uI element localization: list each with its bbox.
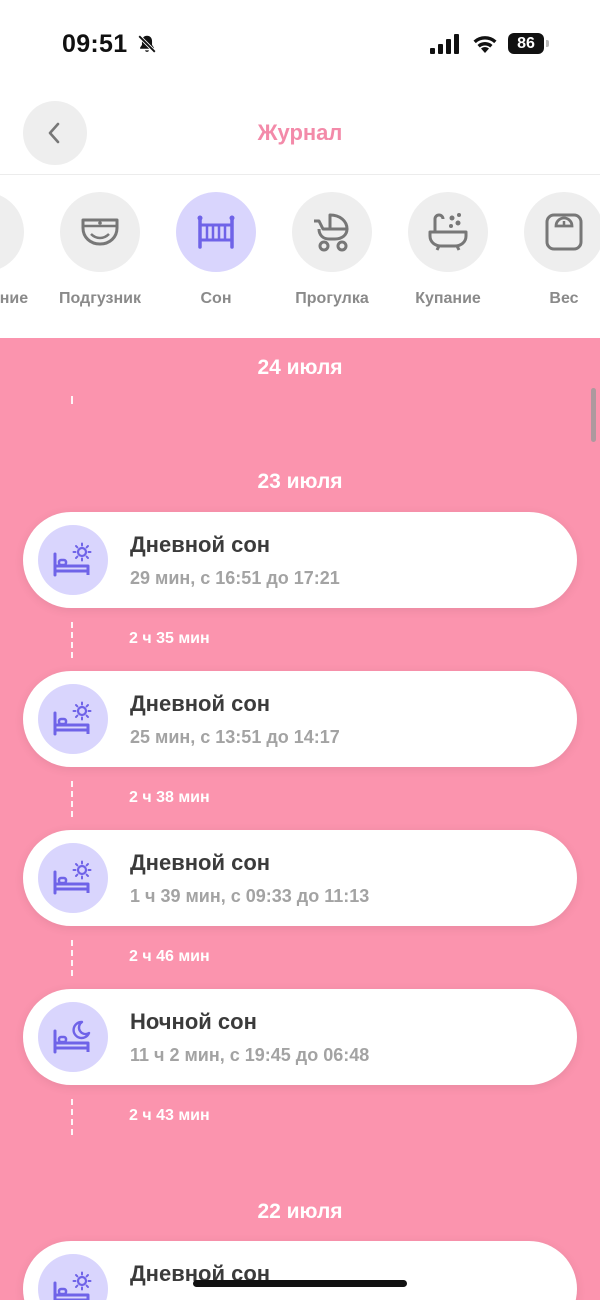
category-weight[interactable]: Вес bbox=[504, 192, 600, 308]
category-label: Подгузник bbox=[58, 290, 142, 307]
bed-sun-icon bbox=[53, 542, 92, 577]
category-label: Сон bbox=[200, 290, 232, 307]
bell-off-icon bbox=[137, 34, 157, 54]
stroller-icon bbox=[314, 213, 349, 252]
entry-details: 1 ч 39 мин, с 09:33 до 11:13 bbox=[130, 886, 370, 906]
status-bar: 09:51 86 bbox=[0, 0, 600, 92]
entry-title: Дневной сон bbox=[130, 532, 271, 557]
scrollbar[interactable] bbox=[591, 388, 596, 442]
category-sleep[interactable]: Сон bbox=[156, 192, 276, 308]
category-label: Кормление bbox=[0, 290, 29, 307]
entry-title: Ночной сон bbox=[130, 1009, 257, 1034]
journal-feed[interactable]: 24 июля 23 июля Дневной сон 29 мин, с 16… bbox=[0, 338, 600, 1300]
timeline-connector bbox=[71, 622, 73, 658]
bed-sun-icon bbox=[53, 860, 92, 895]
timeline-connector bbox=[71, 396, 73, 404]
gap-duration: 2 ч 38 мин bbox=[129, 789, 210, 806]
sleep-entry-card[interactable]: Ночной сон 11 ч 2 мин, с 19:45 до 06:48 bbox=[23, 989, 577, 1085]
sleep-entry-card[interactable]: Дневной сон 25 мин, с 13:51 до 14:17 bbox=[23, 671, 577, 767]
entry-details: 25 мин, с 13:51 до 14:17 bbox=[130, 727, 340, 747]
timeline-connector bbox=[71, 1099, 73, 1135]
bed-sun-icon bbox=[53, 701, 92, 736]
feeding-icon bbox=[0, 210, 6, 254]
page-title: Журнал bbox=[257, 120, 343, 145]
date-header: 24 июля bbox=[257, 356, 343, 379]
category-selector[interactable]: Кормление Подгузник bbox=[0, 176, 600, 338]
status-time: 09:51 bbox=[62, 30, 128, 58]
timeline-connector bbox=[71, 940, 73, 976]
gap-duration: 2 ч 43 мин bbox=[129, 1107, 210, 1124]
sleep-entry-card[interactable]: Дневной сон 29 мин, с 16:51 до 17:21 bbox=[23, 512, 577, 608]
timeline-connector bbox=[71, 781, 73, 817]
category-bath[interactable]: Купание bbox=[388, 192, 508, 308]
bathtub-icon bbox=[428, 213, 468, 251]
category-label: Купание bbox=[415, 290, 481, 307]
sleep-entry-card[interactable]: Дневной сон 1 ч 39 мин, с 09:33 до 11:13 bbox=[23, 830, 577, 926]
battery-icon: 86 bbox=[508, 33, 550, 55]
sleep-entry-card[interactable]: Дневной сон bbox=[23, 1241, 577, 1300]
bed-sun-icon bbox=[53, 1271, 92, 1300]
entry-title: Дневной сон bbox=[130, 691, 271, 716]
battery-level: 86 bbox=[508, 33, 544, 54]
date-header: 23 июля bbox=[257, 470, 343, 493]
scale-icon bbox=[545, 213, 583, 251]
cell-signal-icon bbox=[430, 34, 459, 54]
home-indicator[interactable] bbox=[193, 1280, 407, 1287]
bed-moon-icon bbox=[53, 1020, 91, 1054]
nav-header: Журнал bbox=[0, 92, 600, 175]
crib-icon bbox=[197, 215, 235, 249]
entry-details: 29 мин, с 16:51 до 17:21 bbox=[130, 568, 340, 588]
gap-duration: 2 ч 46 мин bbox=[129, 948, 210, 965]
entry-details: 11 ч 2 мин, с 19:45 до 06:48 bbox=[130, 1045, 370, 1065]
category-label: Вес bbox=[549, 290, 579, 307]
entry-title: Дневной сон bbox=[130, 850, 271, 875]
category-feeding[interactable]: Кормление bbox=[0, 192, 44, 308]
date-header: 22 июля bbox=[257, 1200, 343, 1223]
gap-duration: 2 ч 35 мин bbox=[129, 630, 210, 647]
category-diaper[interactable]: Подгузник bbox=[40, 192, 160, 308]
category-label: Прогулка bbox=[295, 290, 369, 307]
diaper-icon bbox=[81, 218, 119, 246]
category-walk[interactable]: Прогулка bbox=[272, 192, 392, 308]
wifi-icon bbox=[473, 36, 497, 53]
